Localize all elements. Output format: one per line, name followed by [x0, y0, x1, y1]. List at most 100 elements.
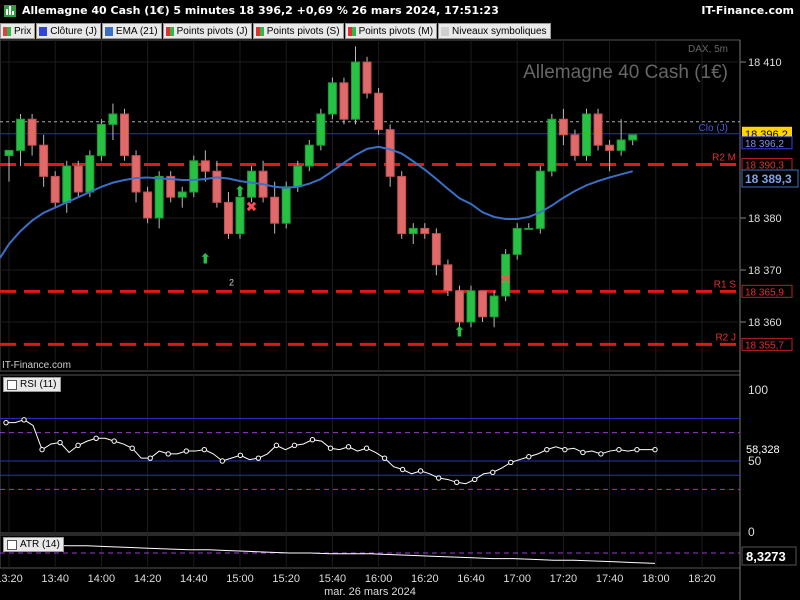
rsi-point [327, 445, 334, 451]
close-label: Clo (J) [699, 123, 728, 134]
candle-body [143, 191, 153, 219]
candle-body [327, 82, 337, 115]
rsi-point [39, 446, 45, 453]
candle-body [293, 165, 303, 188]
rsi-last-value: 58,328 [746, 444, 780, 456]
candle-body [120, 113, 129, 157]
pivot-value: 18 355,7 [745, 340, 784, 351]
candle-body [62, 165, 72, 203]
candle-body [50, 175, 60, 203]
rsi-point [399, 466, 406, 473]
date-label: mar. 26 mars 2024 [324, 586, 416, 598]
candle-body [593, 113, 603, 146]
rsi-panel [0, 374, 741, 534]
legend-swatch [169, 26, 174, 36]
x-tick-label: 13:20 [0, 573, 23, 585]
legend-label: Points pivots (M) [358, 25, 434, 37]
chart-watermark: IT-Finance.com [2, 360, 71, 371]
rsi-point [616, 446, 622, 453]
legend-swatch [351, 26, 356, 36]
candle-body [108, 113, 118, 125]
rsi-point [526, 454, 532, 460]
rsi-point [598, 451, 604, 457]
legend-item[interactable]: EMA (21) [101, 23, 162, 39]
candle-body [443, 264, 453, 292]
rsi-point [381, 455, 388, 461]
candle-body [512, 227, 522, 255]
rsi-point [562, 446, 568, 453]
site-name[interactable]: IT-Finance.com [701, 4, 794, 17]
legend-item[interactable]: Points pivots (M) [344, 23, 438, 39]
buy-signal-icon: ⬆ [454, 324, 466, 340]
chart-canvas: 13:20 13:40 14:00 14:20 14:40 15:00 15:20 15:40… [0, 39, 799, 600]
candle-body [489, 295, 499, 318]
candle-body [4, 149, 14, 157]
pivot-name: R2 M [712, 152, 736, 163]
pivot-name: R2 J [715, 332, 736, 343]
rsi-y-label: 100 [748, 383, 768, 397]
checkbox-icon[interactable] [7, 539, 17, 550]
candle-body [27, 118, 37, 146]
candle-body [454, 290, 464, 323]
candle-body [628, 134, 638, 141]
candle-body [362, 61, 372, 94]
pivot-value: 18 365,9 [745, 287, 784, 298]
rsi-y-label: 0 [748, 525, 755, 539]
legend-item[interactable]: Points pivots (S) [252, 23, 344, 39]
legend-item[interactable]: Prix [0, 23, 36, 39]
y-tick-label: 18 360 [748, 317, 782, 329]
legend-swatch [441, 26, 450, 36]
legend-label: Points pivots (J) [176, 25, 248, 37]
close-tag-label: 18 396,2 [745, 139, 784, 150]
candle-body [247, 170, 257, 198]
candle-body [73, 165, 83, 193]
legend-swatch [259, 26, 264, 36]
rsi-point [472, 476, 478, 483]
rsi-panel-label[interactable]: RSI (11) [3, 377, 61, 392]
rsi-title: RSI (11) [20, 379, 57, 390]
rsi-point [219, 458, 226, 464]
chart-watermark-title: Allemagne 40 Cash (1€) [523, 62, 728, 83]
candle-body [374, 92, 384, 131]
atr-panel [0, 534, 741, 569]
candle-body [397, 175, 407, 235]
candle-body [39, 144, 49, 177]
legend-label: Clôture (J) [50, 25, 97, 37]
x-tick-label: 16:40 [457, 573, 485, 585]
x-tick-label: 17:40 [596, 573, 624, 585]
rsi-point [183, 448, 189, 454]
x-tick-label: 14:20 [134, 573, 162, 585]
x-tick-label: 13:40 [41, 573, 69, 585]
buy-signal-icon: ⬆ [199, 252, 211, 268]
candle-body [212, 170, 222, 203]
legend-item[interactable]: Points pivots (J) [162, 23, 252, 39]
ema-tag-label: 18 389,3 [745, 172, 792, 186]
y-tick-label: 18 380 [748, 213, 782, 225]
y-tick-label: 18 370 [748, 265, 782, 277]
checkbox-icon[interactable] [7, 379, 17, 390]
rsi-point [273, 442, 280, 449]
rsi-point [544, 446, 550, 453]
signal-count: 2 [229, 277, 234, 287]
rsi-point [147, 455, 153, 461]
candle-body [547, 118, 557, 172]
legend-swatch [39, 26, 48, 36]
legend-item[interactable]: Clôture (J) [36, 23, 101, 39]
candle-body [85, 155, 95, 193]
x-tick-label: 16:20 [411, 573, 439, 585]
chart-subtitle: DAX, 5m [688, 44, 728, 55]
candle-body [570, 134, 580, 157]
rsi-point [345, 444, 352, 450]
x-tick-label: 15:40 [319, 573, 347, 585]
rsi-point [417, 468, 424, 474]
candle-body [408, 227, 418, 235]
rsi-point [111, 438, 117, 444]
atr-panel-label[interactable]: ATR (14) [3, 537, 64, 552]
candle-body [131, 155, 141, 193]
x-tick-label: 18:20 [688, 573, 716, 585]
rsi-point [201, 446, 208, 453]
legend-item[interactable]: Niveaux symboliques [438, 23, 551, 39]
candle-body [235, 196, 245, 235]
candle-body [582, 113, 591, 157]
legend-label: Points pivots (S) [266, 25, 340, 37]
